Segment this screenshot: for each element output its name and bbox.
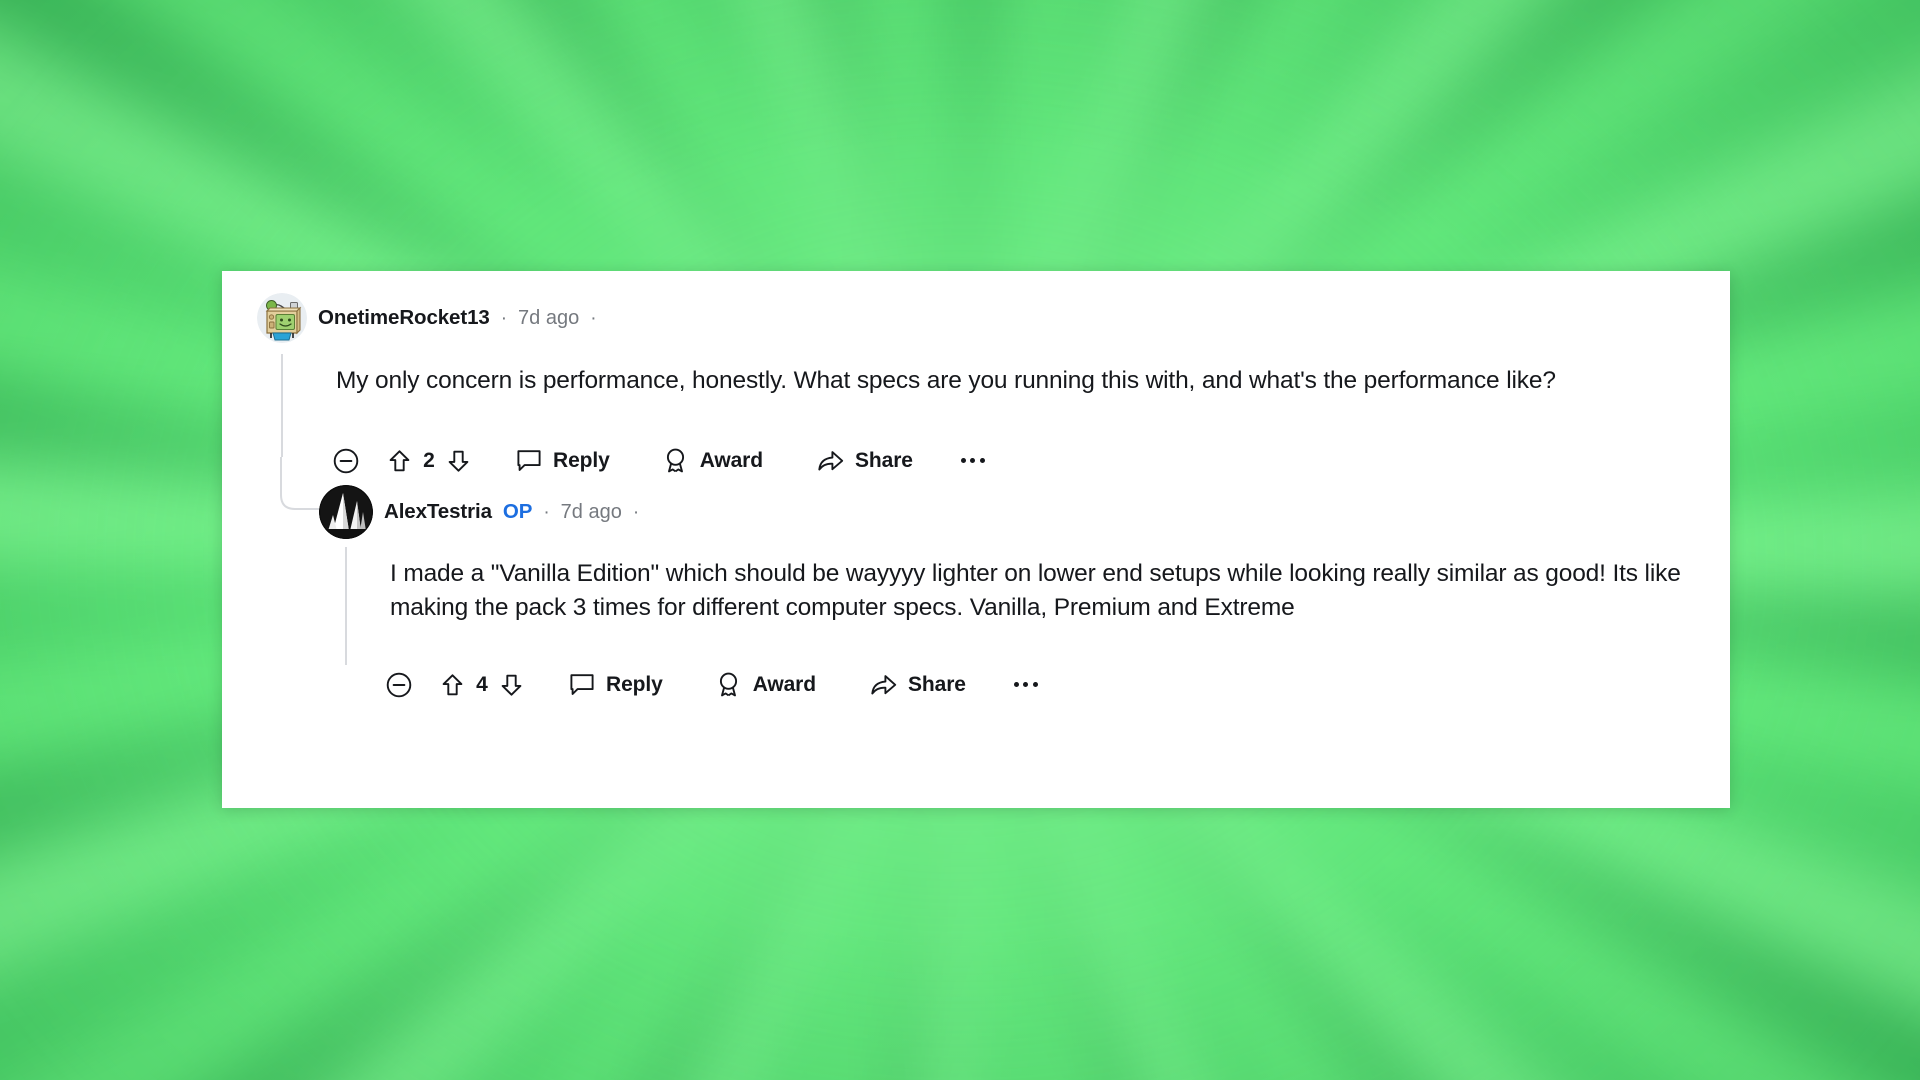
collapse-button[interactable] — [333, 448, 359, 474]
ellipsis-dot — [1013, 682, 1019, 687]
comment-body: I made a "Vanilla Edition" which should … — [390, 560, 1681, 621]
meta-separator-trailing: · — [632, 501, 640, 523]
vote-count: 4 — [476, 672, 488, 696]
upvote-arrow-icon — [389, 449, 410, 471]
share-button[interactable]: Share — [870, 673, 966, 697]
collapse-button[interactable] — [386, 672, 412, 698]
award-label: Award — [699, 448, 763, 472]
thread-line-top — [281, 354, 283, 457]
share-arrow-icon — [818, 450, 844, 470]
comment-bubble-icon — [570, 674, 594, 695]
downvote-button[interactable] — [500, 673, 523, 697]
share-label: Share — [908, 672, 966, 696]
comment-timestamp: 7d ago — [518, 306, 580, 329]
reply-button[interactable]: Reply — [516, 448, 610, 473]
reply-label: Reply — [553, 448, 610, 472]
comment-header: OnetimeRocket13 · 7d ago · — [257, 293, 597, 343]
meta-separator: · — [500, 307, 508, 329]
more-options-button[interactable] — [1013, 682, 1038, 687]
upvote-button[interactable] — [388, 449, 411, 473]
ellipsis-dot — [979, 458, 985, 463]
meta-separator-trailing: · — [590, 307, 597, 329]
vote-group: 2 — [388, 449, 470, 473]
reply-button[interactable]: Reply — [569, 672, 663, 697]
share-button[interactable]: Share — [817, 449, 913, 473]
ellipsis-dot — [1023, 682, 1029, 687]
reply-label: Reply — [606, 672, 663, 696]
comment-action-bar: 4 Reply Award Share — [386, 671, 1038, 698]
comment-thread-card: OnetimeRocket13 · 7d ago · My only conce… — [222, 271, 1730, 808]
ellipsis-dot — [960, 458, 966, 463]
award-label: Award — [752, 672, 816, 696]
ellipsis-dot — [1032, 682, 1038, 687]
thread-line-reply — [345, 547, 347, 665]
comment-body: My only concern is performance, honestly… — [336, 367, 1556, 394]
minus-circle-icon — [386, 672, 412, 697]
share-label: Share — [855, 448, 913, 472]
comment-action-bar: 2 Reply Award Share — [333, 447, 985, 474]
more-options-button[interactable] — [960, 458, 985, 463]
upvote-arrow-icon — [442, 673, 463, 695]
award-ribbon-icon — [719, 672, 737, 697]
comment-header: AlexTestria OP · 7d ago · — [319, 485, 639, 539]
vote-group: 4 — [441, 673, 523, 697]
comment-timestamp: 7d ago — [560, 500, 622, 523]
award-button[interactable]: Award — [715, 671, 816, 698]
share-arrow-icon — [871, 674, 897, 694]
award-button[interactable]: Award — [662, 447, 763, 474]
avatar-alextestria[interactable] — [319, 485, 373, 539]
downvote-arrow-icon — [448, 450, 469, 472]
downvote-button[interactable] — [447, 449, 470, 473]
vote-count: 2 — [423, 448, 435, 472]
downvote-arrow-icon — [501, 674, 522, 696]
ellipsis-dot — [970, 458, 976, 463]
award-ribbon-icon — [666, 448, 684, 473]
meta-separator: · — [543, 501, 550, 523]
minus-circle-icon — [333, 448, 359, 473]
avatar-onetimerocket13[interactable] — [257, 293, 307, 343]
comment-author[interactable]: AlexTestria — [384, 500, 492, 524]
op-badge: OP — [502, 500, 533, 523]
upvote-button[interactable] — [441, 673, 464, 697]
comment-bubble-icon — [517, 450, 541, 471]
comment-author[interactable]: OnetimeRocket13 — [318, 306, 490, 330]
